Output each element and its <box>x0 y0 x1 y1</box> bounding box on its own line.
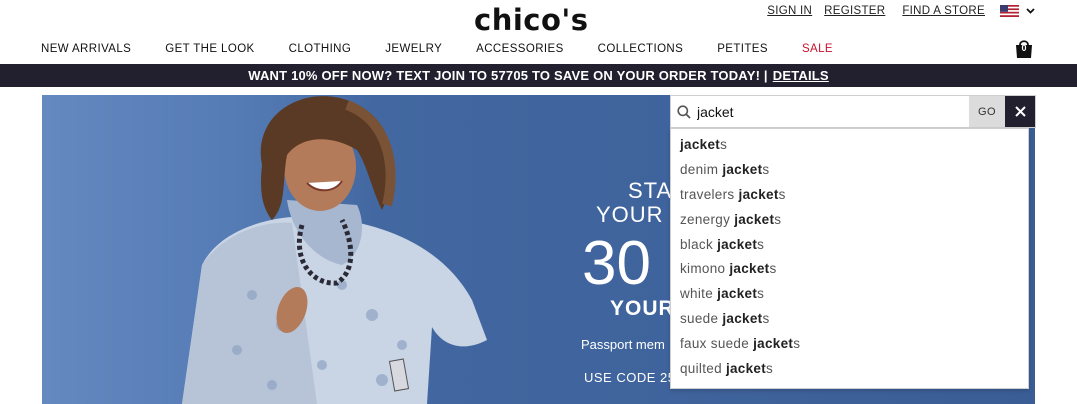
suggestion-item[interactable]: travelers jackets <box>671 183 1028 208</box>
chevron-down-icon[interactable] <box>1026 5 1035 17</box>
main-navigation: NEW ARRIVALS GET THE LOOK CLOTHING JEWEL… <box>41 43 833 55</box>
hero-code-text: USE CODE 25 <box>584 370 676 385</box>
nav-collections[interactable]: COLLECTIONS <box>598 43 684 55</box>
search-suggestions: jackets denim jackets travelers jackets … <box>670 128 1029 389</box>
hero-passport-text: Passport mem <box>581 337 665 352</box>
suggestion-item[interactable]: white jackets <box>671 282 1028 307</box>
nav-accessories[interactable]: ACCESSORIES <box>476 43 563 55</box>
nav-clothing[interactable]: CLOTHING <box>289 43 352 55</box>
hero-discount: 30 <box>582 229 651 298</box>
suggestion-item[interactable]: zenergy jackets <box>671 208 1028 233</box>
utility-links: SIGN IN REGISTER FIND A STORE <box>767 5 1035 17</box>
sign-in-link[interactable]: SIGN IN <box>767 5 812 17</box>
suggestion-item[interactable]: quilted jackets <box>671 357 1028 382</box>
promo-text: WANT 10% OFF NOW? TEXT JOIN TO 57705 TO … <box>248 68 768 83</box>
nav-petites[interactable]: PETITES <box>717 43 768 55</box>
suggestion-item[interactable]: black jackets <box>671 233 1028 258</box>
close-search-button[interactable] <box>1005 96 1035 127</box>
search-icon <box>671 96 697 127</box>
close-icon <box>1014 106 1026 117</box>
find-a-store-link[interactable]: FIND A STORE <box>902 5 985 17</box>
search-go-button[interactable]: GO <box>969 96 1005 127</box>
search-input[interactable] <box>697 96 969 127</box>
register-link[interactable]: REGISTER <box>824 5 885 17</box>
promo-details-link[interactable]: DETAILS <box>773 68 829 83</box>
nav-sale[interactable]: SALE <box>802 43 833 55</box>
promo-banner: WANT 10% OFF NOW? TEXT JOIN TO 57705 TO … <box>0 64 1077 87</box>
chicos-logo[interactable]: chico's <box>474 3 589 37</box>
model-photo <box>182 96 487 404</box>
nav-new-arrivals[interactable]: NEW ARRIVALS <box>41 43 131 55</box>
cart-count: 0 <box>1021 43 1027 53</box>
nav-jewelry[interactable]: JEWELRY <box>385 43 442 55</box>
suggestion-item[interactable]: denim jackets <box>671 158 1028 183</box>
suggestion-item[interactable]: faux suede jackets <box>671 332 1028 357</box>
search-bar: GO <box>670 95 1036 128</box>
suggestion-item[interactable]: jackets <box>671 133 1028 158</box>
hero-headline-1: STA <box>628 178 673 203</box>
suggestion-item[interactable]: kimono jackets <box>671 257 1028 282</box>
nav-get-the-look[interactable]: GET THE LOOK <box>165 43 254 55</box>
hero-headline-3: YOUR <box>610 297 675 320</box>
us-flag-icon[interactable] <box>1000 5 1019 17</box>
suggestion-item[interactable]: suede jackets <box>671 307 1028 332</box>
